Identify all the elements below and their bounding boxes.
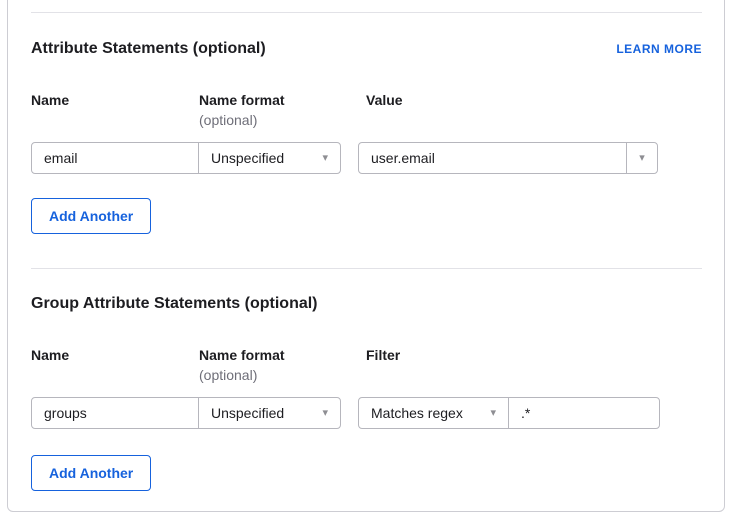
- attr-name-format-selected-value: Unspecified: [211, 150, 285, 166]
- group-name-format-select[interactable]: Unspecified ▾: [199, 398, 340, 428]
- attr-name-format-column-header: Name format: [199, 92, 285, 108]
- chevron-down-icon: ▾: [322, 406, 328, 419]
- attr-name-input[interactable]: [32, 143, 198, 173]
- attr-add-another-button[interactable]: Add Another: [31, 198, 152, 234]
- group-filter-type-select[interactable]: Matches regex ▾: [359, 398, 508, 428]
- chevron-down-icon: ▾: [639, 151, 645, 164]
- group-name-input[interactable]: [32, 398, 198, 428]
- settings-card: [7, 0, 725, 512]
- group-filter-column-header: Filter: [366, 347, 401, 363]
- attr-name-format-optional-note: (optional): [199, 112, 258, 128]
- group-filter-type-selected-value: Matches regex: [371, 405, 463, 421]
- attr-name-format-select[interactable]: Unspecified ▾: [199, 143, 340, 173]
- saml-settings-page: Attribute Statements (optional) LEARN MO…: [0, 0, 737, 530]
- group-name-format-selected-value: Unspecified: [211, 405, 285, 421]
- chevron-down-icon: ▾: [490, 406, 496, 419]
- group-name-format-column-header: Name format: [199, 347, 285, 363]
- attr-value-column-header: Value: [366, 92, 403, 108]
- attr-value-combo: ▾: [358, 142, 658, 174]
- group-filter-value-input[interactable]: [509, 398, 659, 428]
- group-filter-combo: Matches regex ▾: [358, 397, 660, 429]
- attr-row: Unspecified ▾: [31, 142, 341, 174]
- attr-value-input[interactable]: [359, 143, 626, 173]
- section-divider-top: [31, 12, 702, 13]
- group-name-format-optional-note: (optional): [199, 367, 258, 383]
- attr-name-column-header: Name: [31, 92, 70, 108]
- group-name-column-header: Name: [31, 347, 70, 363]
- group-add-another-button[interactable]: Add Another: [31, 455, 152, 491]
- group-attribute-statements-title: Group Attribute Statements (optional): [31, 295, 318, 312]
- chevron-down-icon: ▾: [322, 151, 328, 164]
- section-divider-middle: [31, 268, 702, 269]
- attribute-statements-title: Attribute Statements (optional): [31, 40, 266, 57]
- attr-value-dropdown-button[interactable]: ▾: [627, 143, 657, 173]
- learn-more-link[interactable]: LEARN MORE: [616, 43, 702, 56]
- group-row: Unspecified ▾: [31, 397, 341, 429]
